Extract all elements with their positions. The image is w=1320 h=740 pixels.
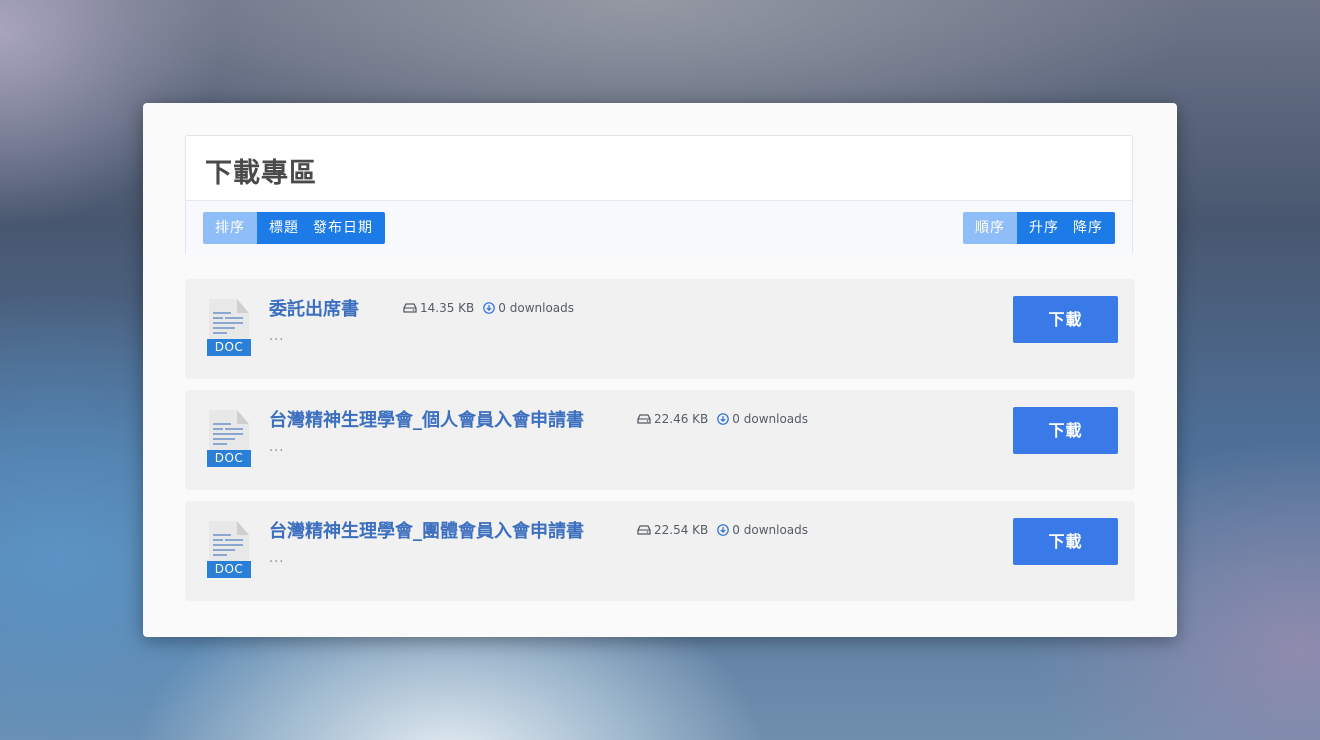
sort-button-group: 排序 標題 發布日期 — [203, 212, 385, 244]
file-type-label: DOC — [207, 561, 251, 578]
order-label: 順序 — [963, 212, 1017, 244]
file-size: 14.35 KB — [420, 301, 475, 315]
order-button-group: 順序 升序 降序 — [963, 212, 1115, 244]
download-count: 0 downloads — [498, 301, 575, 315]
doc-file-icon: DOC — [207, 299, 251, 357]
file-meta: 22.46 KB 0 downloads — [637, 412, 808, 426]
hard-drive-icon — [637, 525, 651, 535]
file-title-link[interactable]: 委託出席書 — [269, 295, 359, 321]
download-section-card: 下載專區 排序 標題 發布日期 順序 升序 降序 DOC 委託出席書 14.35… — [143, 103, 1177, 637]
sort-label: 排序 — [203, 212, 257, 244]
download-circle-icon — [717, 524, 730, 536]
file-row: DOC 委託出席書 14.35 KB 0 downloads ... 下載 — [185, 279, 1135, 379]
file-type-label: DOC — [207, 339, 251, 356]
file-title-link[interactable]: 台灣精神生理學會_團體會員入會申請書 — [269, 517, 584, 543]
file-row: DOC 台灣精神生理學會_團體會員入會申請書 22.54 KB 0 downlo… — [185, 501, 1135, 601]
file-description: ... — [269, 551, 285, 566]
file-size: 22.46 KB — [654, 412, 709, 426]
sort-by-date-button[interactable]: 發布日期 — [306, 212, 385, 244]
download-button[interactable]: 下載 — [1013, 296, 1118, 343]
file-row: DOC 台灣精神生理學會_個人會員入會申請書 22.46 KB 0 downlo… — [185, 390, 1135, 490]
hard-drive-icon — [637, 414, 651, 424]
download-count: 0 downloads — [732, 412, 809, 426]
sort-by-title-button[interactable]: 標題 — [257, 212, 306, 244]
order-ascending-button[interactable]: 升序 — [1017, 212, 1066, 244]
download-circle-icon — [483, 302, 496, 314]
download-circle-icon — [717, 413, 730, 425]
page-title: 下載專區 — [205, 158, 317, 189]
download-header: 下載專區 排序 標題 發布日期 順序 升序 降序 — [185, 135, 1133, 256]
order-descending-button[interactable]: 降序 — [1066, 212, 1115, 244]
file-title-link[interactable]: 台灣精神生理學會_個人會員入會申請書 — [269, 406, 584, 432]
file-description: ... — [269, 329, 285, 344]
hard-drive-icon — [403, 303, 417, 313]
file-meta: 22.54 KB 0 downloads — [637, 523, 808, 537]
doc-file-icon: DOC — [207, 521, 251, 579]
sort-toolbar: 排序 標題 發布日期 順序 升序 降序 — [186, 200, 1132, 256]
file-size: 22.54 KB — [654, 523, 709, 537]
download-button[interactable]: 下載 — [1013, 407, 1118, 454]
doc-file-icon: DOC — [207, 410, 251, 468]
file-description: ... — [269, 440, 285, 455]
download-button[interactable]: 下載 — [1013, 518, 1118, 565]
download-count: 0 downloads — [732, 523, 809, 537]
file-meta: 14.35 KB 0 downloads — [403, 301, 574, 315]
file-type-label: DOC — [207, 450, 251, 467]
